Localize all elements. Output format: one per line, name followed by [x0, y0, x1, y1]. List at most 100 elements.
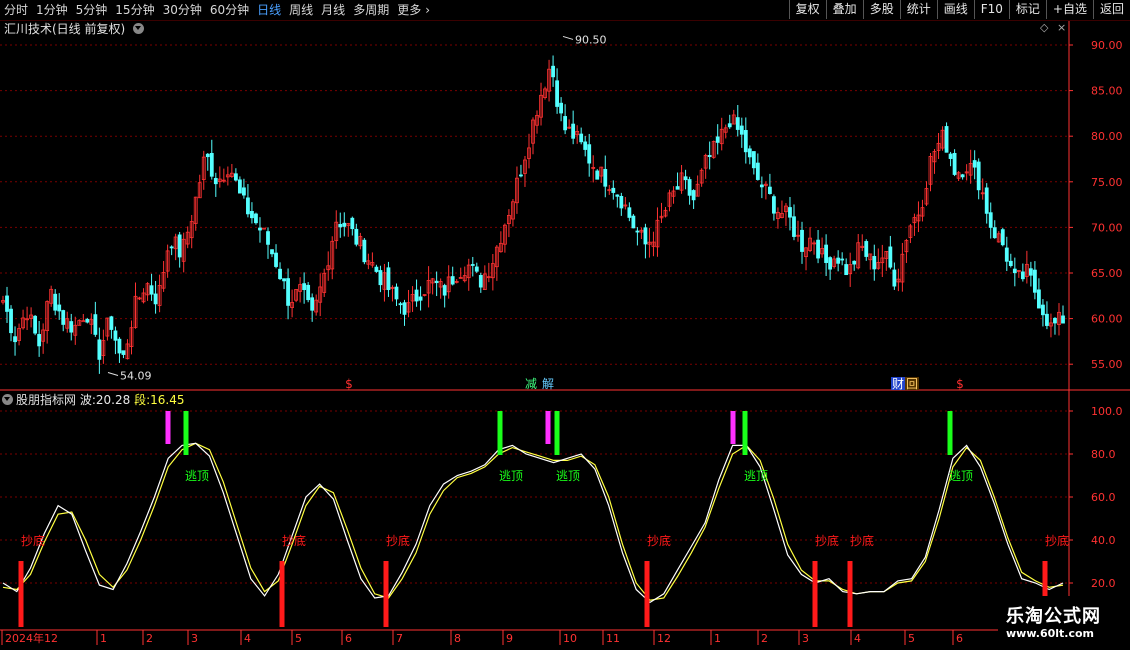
candle-body [378, 270, 383, 286]
indicator-title: 股朋指标网 波:20.28 段:16.45 [2, 392, 184, 408]
kline-chart[interactable]: 55.00 60.00 65.00 70.00 75.00 80.00 85.00 90.00… [0, 0, 1130, 650]
time-tick-label: 11 [606, 632, 620, 645]
candle-body [470, 264, 475, 266]
candle-body [1061, 315, 1065, 324]
candle [250, 202, 254, 224]
chevron-down-icon[interactable] [2, 394, 13, 405]
candle-body [800, 229, 804, 252]
candle [583, 135, 588, 157]
candle-body [872, 256, 877, 270]
candle [382, 263, 387, 302]
candle [394, 283, 399, 306]
candle [193, 196, 198, 231]
candle [956, 171, 961, 182]
candle-body [478, 275, 483, 288]
candle-body [972, 160, 977, 168]
buy-signal-bar [644, 561, 650, 627]
candle-body [53, 293, 58, 311]
candle-body [250, 211, 254, 219]
candle-body [603, 169, 608, 187]
candle [964, 164, 969, 181]
candle-body [394, 286, 399, 300]
candle [511, 199, 515, 227]
candle-body [727, 123, 732, 128]
candle [796, 220, 800, 242]
candle-body [33, 315, 38, 334]
candle [286, 268, 290, 320]
candle [446, 265, 451, 299]
candle-body [213, 178, 218, 185]
candle-body [442, 285, 447, 296]
candle [988, 202, 993, 239]
candle [217, 166, 222, 188]
candle [1016, 270, 1021, 278]
candle [282, 278, 286, 290]
candle [908, 223, 913, 244]
top-warning-bar [545, 411, 551, 444]
candle [792, 204, 796, 241]
candle [45, 300, 50, 344]
candle-body [278, 268, 282, 280]
diamond-icon[interactable]: ◇ [1040, 21, 1048, 34]
candle [535, 110, 539, 134]
buy-signal-label: 抄底 [1045, 533, 1069, 548]
candle-body [362, 239, 367, 263]
candle-body [611, 187, 616, 193]
stock-title: 汇川技术(日线 前复权) [4, 22, 126, 36]
candle [442, 283, 447, 308]
candle [478, 272, 483, 293]
time-tick-label: 1 [714, 632, 721, 645]
candle-body [555, 80, 559, 107]
candle [860, 234, 865, 252]
candle-body [1008, 260, 1013, 266]
candle [450, 266, 455, 286]
candle [755, 153, 760, 181]
candle [808, 227, 812, 253]
candle [607, 184, 612, 195]
seg-line [2, 442, 1064, 601]
sell-signal-label: 逃顶 [949, 469, 973, 483]
candle [804, 247, 808, 271]
candle [643, 223, 648, 259]
buy-signal-bar [18, 561, 24, 627]
candle-body [1032, 269, 1037, 293]
candle [567, 119, 572, 130]
candle-body [788, 207, 792, 218]
candle [370, 252, 375, 268]
high-marker-pointer [562, 35, 574, 40]
candle [1012, 257, 1017, 287]
candle-body [237, 179, 242, 194]
candle [715, 124, 720, 155]
candle-body [418, 296, 423, 301]
candle-body [117, 338, 122, 354]
candle [916, 201, 921, 233]
candle [940, 126, 945, 151]
indicator-tick-label: 20.0 [1091, 577, 1116, 590]
candle-body [302, 283, 307, 291]
time-tick-label: 4 [854, 632, 861, 645]
price-tick-label: 60.00 [1091, 313, 1123, 326]
candle-body [587, 144, 592, 164]
close-icon[interactable]: × [1057, 21, 1066, 34]
candle [788, 196, 792, 231]
candle [836, 250, 841, 272]
chevron-down-icon[interactable] [133, 23, 145, 34]
candle [57, 293, 62, 320]
candle-body [85, 318, 90, 323]
candle-body [747, 148, 752, 158]
candle [1024, 250, 1029, 284]
candle [290, 289, 294, 318]
candle [896, 268, 901, 292]
candle-body [350, 217, 355, 230]
candle [125, 339, 130, 360]
indicator-tick-label: 60.0 [1091, 491, 1116, 504]
main-panel-title: 汇川技术(日线 前复权) [4, 21, 145, 37]
candle [655, 207, 660, 257]
candle-body [149, 285, 154, 295]
candle [984, 183, 989, 224]
candle [246, 184, 250, 218]
time-tick-label: 6 [345, 632, 352, 645]
candle-body [595, 170, 600, 180]
candle-body [864, 241, 869, 257]
time-tick-label: 1 [100, 632, 107, 645]
